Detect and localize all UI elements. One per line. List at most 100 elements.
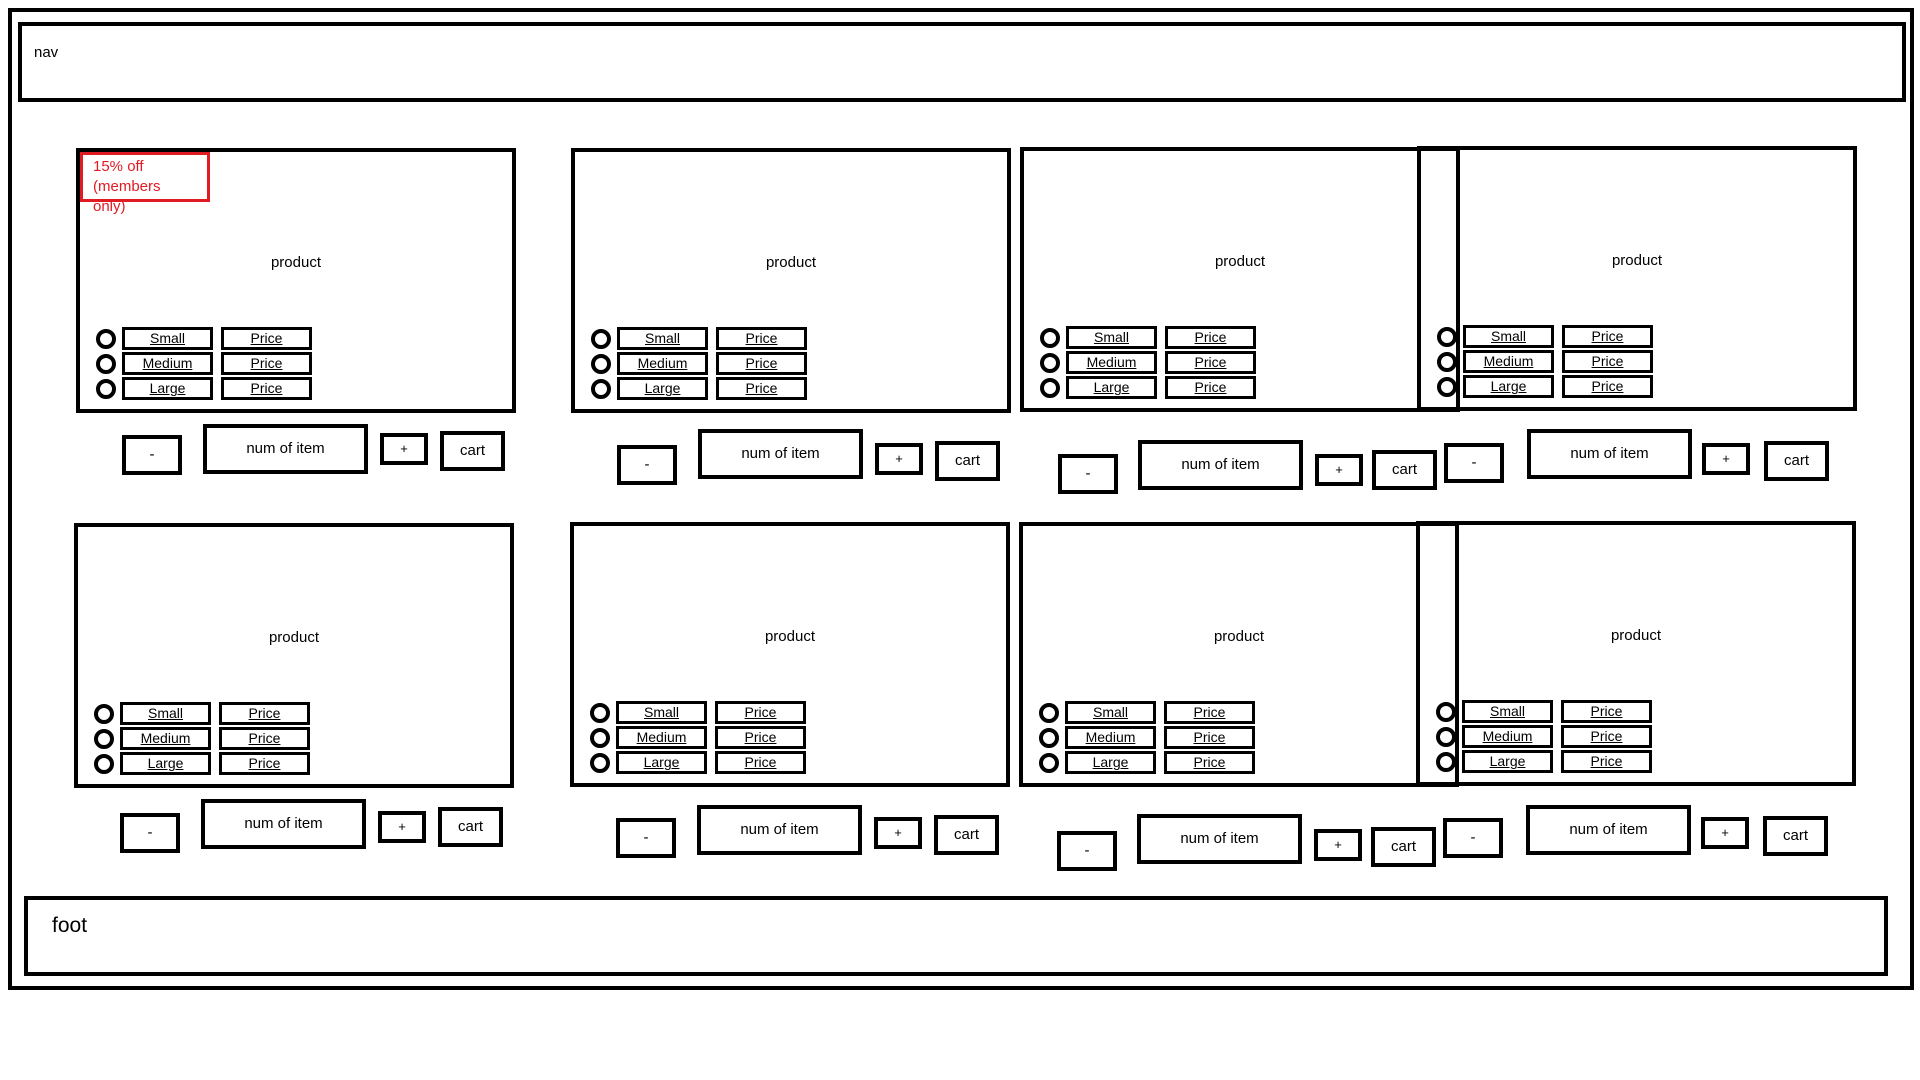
size-label-medium: Medium: [122, 352, 213, 375]
price-large: Price: [1165, 376, 1256, 399]
price-medium: Price: [1562, 350, 1653, 373]
increment-button[interactable]: +: [380, 433, 428, 465]
price-large: Price: [715, 751, 806, 774]
size-option-large: Large Price: [1436, 750, 1652, 773]
radio-large[interactable]: [1436, 751, 1456, 772]
radio-small[interactable]: [96, 328, 116, 349]
product-image-box[interactable]: product Small Price Medium Price Large P…: [571, 148, 1011, 413]
product-image-box[interactable]: product Small Price Medium Price Large P…: [570, 522, 1010, 787]
add-to-cart-button[interactable]: cart: [935, 441, 1000, 481]
quantity-field[interactable]: num of item: [1527, 429, 1692, 479]
radio-large[interactable]: [94, 753, 114, 774]
radio-small[interactable]: [1436, 701, 1456, 722]
price-small: Price: [1164, 701, 1255, 724]
radio-large[interactable]: [1039, 752, 1059, 773]
add-to-cart-button[interactable]: cart: [1764, 441, 1829, 481]
footer-label: foot: [52, 914, 88, 937]
product-title: product: [765, 254, 817, 271]
decrement-button[interactable]: -: [1057, 831, 1117, 871]
radio-medium[interactable]: [1437, 351, 1457, 372]
decrement-button[interactable]: -: [1444, 443, 1504, 483]
footer: foot: [24, 896, 1888, 976]
radio-medium[interactable]: [1039, 727, 1059, 748]
product-image-box[interactable]: product Small Price Medium Price Large P…: [1416, 521, 1856, 786]
price-medium: Price: [219, 727, 310, 750]
product-image-box[interactable]: product Small Price Medium Price Large P…: [1417, 146, 1857, 411]
product-image-box[interactable]: product Small Price Medium Price Large P…: [1020, 147, 1460, 412]
add-to-cart-button[interactable]: cart: [440, 431, 505, 471]
size-option-large: Large Price: [96, 377, 312, 400]
price-medium: Price: [221, 352, 312, 375]
decrement-button[interactable]: -: [1058, 454, 1118, 494]
size-label-medium: Medium: [616, 726, 707, 749]
quantity-field[interactable]: num of item: [203, 424, 368, 474]
size-label-small: Small: [1066, 326, 1157, 349]
price-large: Price: [716, 377, 807, 400]
radio-medium[interactable]: [94, 728, 114, 749]
quantity-field[interactable]: num of item: [1526, 805, 1691, 855]
radio-small[interactable]: [1040, 327, 1060, 348]
increment-button[interactable]: +: [874, 817, 922, 849]
decrement-button[interactable]: -: [122, 435, 182, 475]
nav-label: nav: [34, 44, 59, 61]
nav-bar: nav: [18, 22, 1906, 102]
radio-medium[interactable]: [1040, 352, 1060, 373]
size-label-small: Small: [1463, 325, 1554, 348]
price-medium: Price: [716, 352, 807, 375]
price-large: Price: [221, 377, 312, 400]
price-small: Price: [1561, 700, 1652, 723]
radio-large[interactable]: [590, 752, 610, 773]
size-options: Small Price Medium Price Large Price: [591, 327, 807, 400]
radio-small[interactable]: [1039, 702, 1059, 723]
radio-large[interactable]: [1040, 377, 1060, 398]
radio-small[interactable]: [94, 703, 114, 724]
size-label-small: Small: [120, 702, 211, 725]
radio-medium[interactable]: [1436, 726, 1456, 747]
radio-medium[interactable]: [591, 353, 611, 374]
decrement-button[interactable]: -: [616, 818, 676, 858]
radio-large[interactable]: [591, 378, 611, 399]
product-title: product: [270, 254, 322, 271]
size-label-medium: Medium: [120, 727, 211, 750]
decrement-button[interactable]: -: [617, 445, 677, 485]
product-image-box[interactable]: product Small Price Medium Price Large P…: [1019, 522, 1459, 787]
radio-large[interactable]: [96, 378, 116, 399]
increment-button[interactable]: +: [378, 811, 426, 843]
decrement-button[interactable]: -: [120, 813, 180, 853]
size-option-medium: Medium Price: [1040, 351, 1256, 374]
quantity-field[interactable]: num of item: [1138, 440, 1303, 490]
add-to-cart-button[interactable]: cart: [1763, 816, 1828, 856]
increment-button[interactable]: +: [875, 443, 923, 475]
price-large: Price: [1561, 750, 1652, 773]
size-label-medium: Medium: [617, 352, 708, 375]
product-image-box[interactable]: product Small Price Medium Price Large P…: [76, 148, 516, 413]
size-option-medium: Medium Price: [96, 352, 312, 375]
radio-medium[interactable]: [96, 353, 116, 374]
radio-small[interactable]: [590, 702, 610, 723]
radio-large[interactable]: [1437, 376, 1457, 397]
size-options: Small Price Medium Price Large Price: [590, 701, 806, 774]
add-to-cart-button[interactable]: cart: [934, 815, 999, 855]
size-option-large: Large Price: [1437, 375, 1653, 398]
product-title: product: [1611, 252, 1663, 269]
increment-button[interactable]: +: [1701, 817, 1749, 849]
product-image-box[interactable]: product Small Price Medium Price Large P…: [74, 523, 514, 788]
quantity-field[interactable]: num of item: [201, 799, 366, 849]
increment-button[interactable]: +: [1315, 454, 1363, 486]
quantity-field[interactable]: num of item: [1137, 814, 1302, 864]
radio-medium[interactable]: [590, 727, 610, 748]
size-option-medium: Medium Price: [591, 352, 807, 375]
quantity-field[interactable]: num of item: [698, 429, 863, 479]
size-option-small: Small Price: [591, 327, 807, 350]
radio-small[interactable]: [591, 328, 611, 349]
increment-button[interactable]: +: [1314, 829, 1362, 861]
quantity-field[interactable]: num of item: [697, 805, 862, 855]
price-small: Price: [716, 327, 807, 350]
increment-button[interactable]: +: [1702, 443, 1750, 475]
price-large: Price: [1562, 375, 1653, 398]
radio-small[interactable]: [1437, 326, 1457, 347]
size-option-large: Large Price: [1040, 376, 1256, 399]
size-option-small: Small Price: [1040, 326, 1256, 349]
add-to-cart-button[interactable]: cart: [438, 807, 503, 847]
decrement-button[interactable]: -: [1443, 818, 1503, 858]
